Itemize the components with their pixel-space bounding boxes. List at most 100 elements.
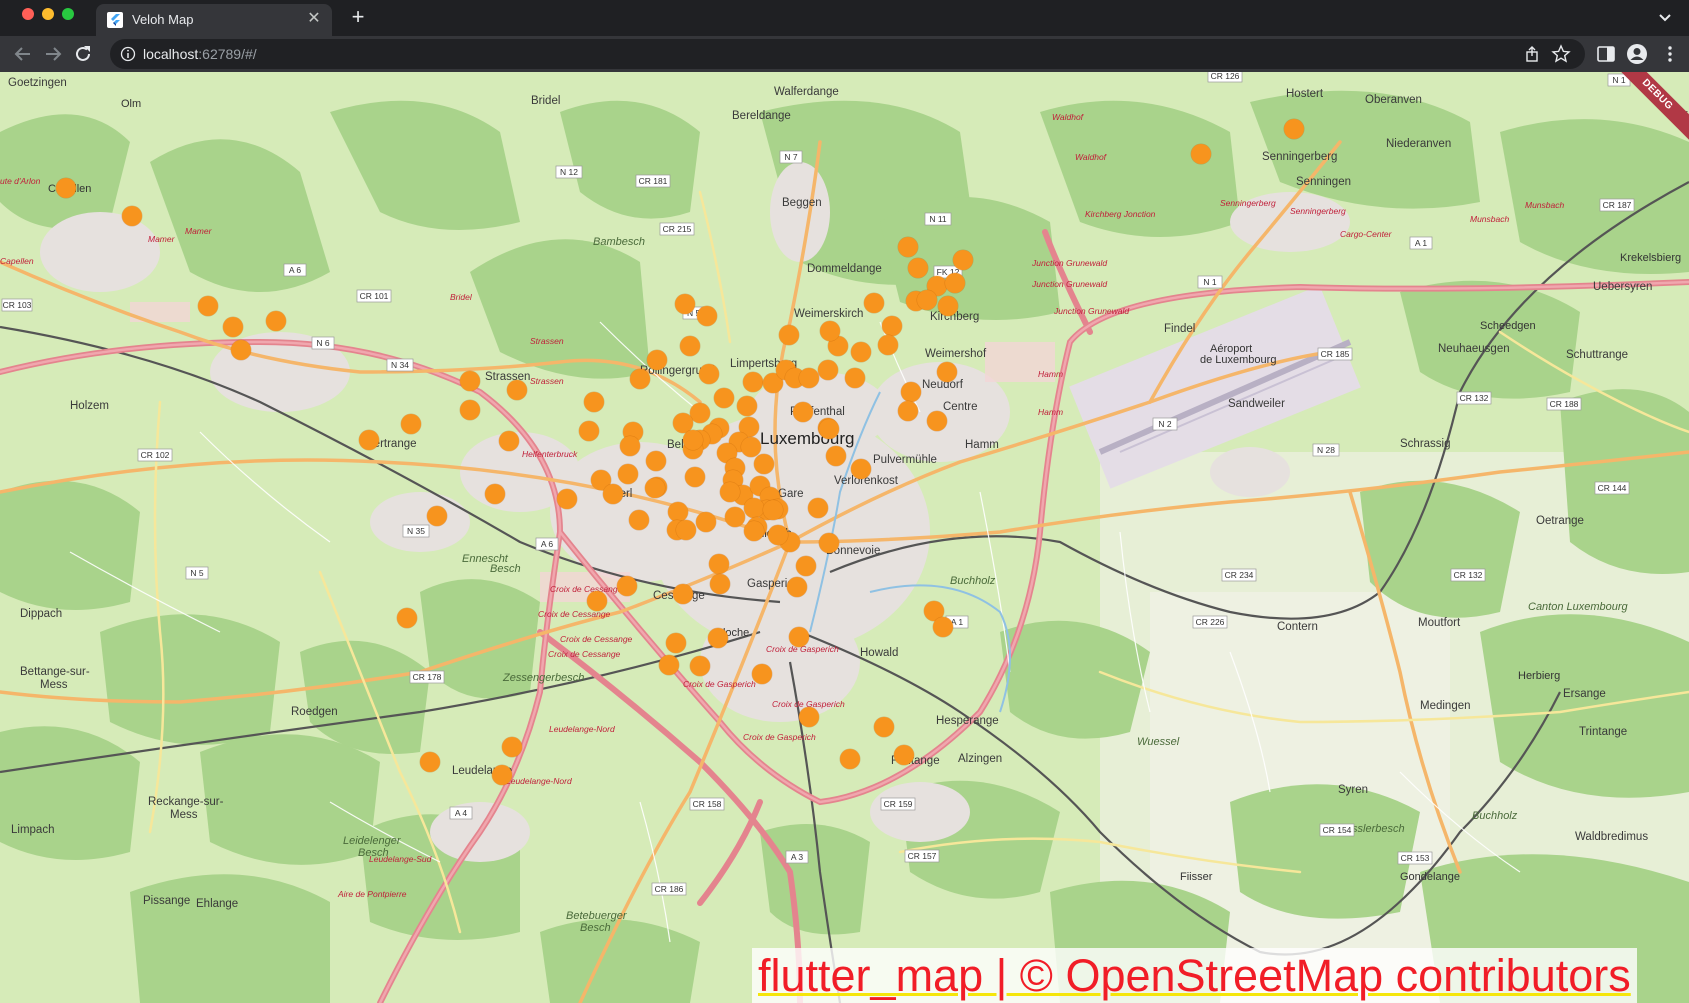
station-marker[interactable] (683, 430, 703, 450)
station-marker[interactable] (56, 178, 76, 198)
station-marker[interactable] (820, 321, 840, 341)
station-marker[interactable] (737, 396, 757, 416)
station-marker[interactable] (646, 451, 666, 471)
station-marker[interactable] (618, 464, 638, 484)
station-marker[interactable] (725, 507, 745, 527)
forward-icon[interactable] (41, 42, 65, 66)
station-marker[interactable] (819, 419, 839, 439)
map-view[interactable]: Goetzingen Olm Capellen Bridel Walferdan… (0, 72, 1689, 1003)
window-close-button[interactable] (22, 8, 34, 20)
station-marker[interactable] (945, 273, 965, 293)
profile-icon[interactable] (1626, 43, 1648, 65)
station-marker[interactable] (630, 369, 650, 389)
station-marker[interactable] (266, 311, 286, 331)
station-marker[interactable] (818, 360, 838, 380)
station-marker[interactable] (659, 655, 679, 675)
reload-icon[interactable] (71, 42, 95, 66)
station-marker[interactable] (917, 290, 937, 310)
station-marker[interactable] (584, 392, 604, 412)
station-marker[interactable] (953, 250, 973, 270)
share-icon[interactable] (1523, 45, 1541, 63)
station-marker[interactable] (603, 484, 623, 504)
station-marker[interactable] (864, 293, 884, 313)
station-marker[interactable] (122, 206, 142, 226)
station-marker[interactable] (647, 350, 667, 370)
station-marker[interactable] (819, 533, 839, 553)
station-marker[interactable] (401, 414, 421, 434)
station-marker[interactable] (878, 335, 898, 355)
station-marker[interactable] (744, 498, 764, 518)
station-marker[interactable] (708, 628, 728, 648)
station-marker[interactable] (763, 500, 783, 520)
station-marker[interactable] (743, 372, 763, 392)
station-marker[interactable] (699, 364, 719, 384)
station-marker[interactable] (685, 467, 705, 487)
station-marker[interactable] (397, 608, 417, 628)
station-marker[interactable] (933, 617, 953, 637)
station-marker[interactable] (898, 237, 918, 257)
station-marker[interactable] (198, 296, 218, 316)
station-marker[interactable] (427, 506, 447, 526)
station-marker[interactable] (741, 437, 761, 457)
station-marker[interactable] (507, 380, 527, 400)
station-marker[interactable] (937, 362, 957, 382)
station-marker[interactable] (557, 489, 577, 509)
back-icon[interactable] (11, 42, 35, 66)
station-marker[interactable] (1191, 144, 1211, 164)
station-marker[interactable] (499, 431, 519, 451)
station-marker[interactable] (485, 484, 505, 504)
station-marker[interactable] (675, 294, 695, 314)
station-marker[interactable] (359, 430, 379, 450)
station-marker[interactable] (908, 258, 928, 278)
station-marker[interactable] (882, 316, 902, 336)
station-marker[interactable] (420, 752, 440, 772)
station-marker[interactable] (874, 717, 894, 737)
star-icon[interactable] (1551, 44, 1571, 64)
station-marker[interactable] (901, 382, 921, 402)
station-marker[interactable] (697, 306, 717, 326)
station-marker[interactable] (645, 478, 665, 498)
station-marker[interactable] (793, 402, 813, 422)
station-marker[interactable] (779, 325, 799, 345)
station-marker[interactable] (231, 340, 251, 360)
station-marker[interactable] (690, 656, 710, 676)
station-marker[interactable] (799, 707, 819, 727)
tab-veloh-map[interactable]: Veloh Map ✕ (96, 4, 332, 36)
station-marker[interactable] (789, 627, 809, 647)
station-marker[interactable] (744, 521, 764, 541)
station-marker[interactable] (845, 368, 865, 388)
station-marker[interactable] (690, 403, 710, 423)
station-marker[interactable] (1284, 119, 1304, 139)
station-marker[interactable] (617, 576, 637, 596)
station-marker[interactable] (629, 510, 649, 530)
station-marker[interactable] (620, 436, 640, 456)
station-marker[interactable] (720, 482, 740, 502)
station-marker[interactable] (851, 342, 871, 362)
site-info-icon[interactable] (120, 46, 136, 62)
station-marker[interactable] (714, 388, 734, 408)
station-marker[interactable] (808, 498, 828, 518)
attribution-text[interactable]: flutter_map | © OpenStreetMap contributo… (758, 950, 1631, 1001)
tab-search-chevron-icon[interactable] (1655, 7, 1675, 27)
station-marker[interactable] (502, 737, 522, 757)
station-marker[interactable] (754, 454, 774, 474)
station-marker[interactable] (898, 401, 918, 421)
window-minimize-button[interactable] (42, 8, 54, 20)
new-tab-button[interactable]: + (346, 6, 370, 30)
url-text[interactable]: localhost:62789/#/ (143, 46, 257, 62)
station-marker[interactable] (826, 446, 846, 466)
window-maximize-button[interactable] (62, 8, 74, 20)
menu-icon[interactable] (1660, 44, 1680, 64)
station-marker[interactable] (460, 371, 480, 391)
station-marker[interactable] (579, 421, 599, 441)
station-marker[interactable] (752, 664, 772, 684)
station-marker[interactable] (840, 749, 860, 769)
station-marker[interactable] (668, 502, 688, 522)
station-marker[interactable] (696, 512, 716, 532)
station-marker[interactable] (796, 556, 816, 576)
station-marker[interactable] (223, 317, 243, 337)
station-marker[interactable] (673, 584, 693, 604)
station-marker[interactable] (938, 296, 958, 316)
station-marker[interactable] (799, 368, 819, 388)
station-marker[interactable] (894, 745, 914, 765)
